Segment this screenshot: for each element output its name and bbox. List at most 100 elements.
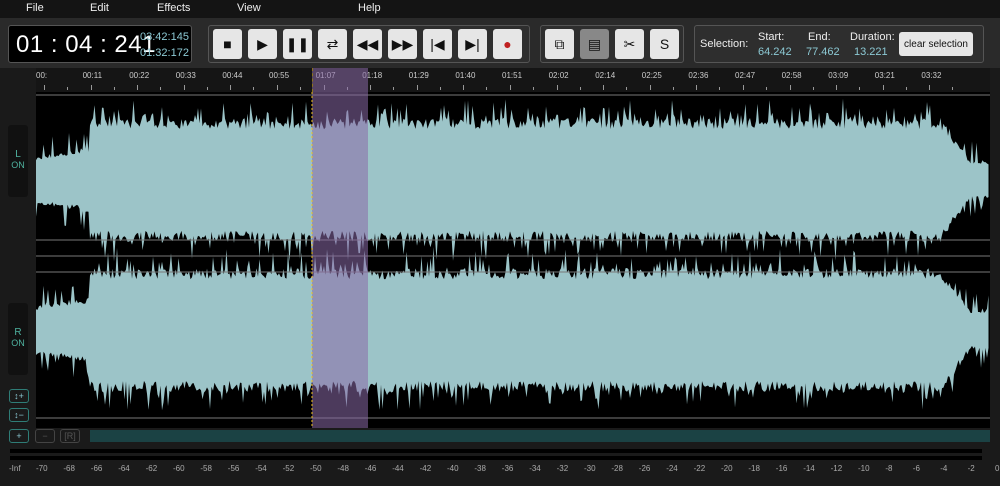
level-meter-left [10,449,982,453]
zoom-in-button[interactable]: + [9,429,29,443]
db-label: -44 [392,464,404,473]
timeline-tick [905,87,907,90]
stop-button[interactable]: ■ [213,29,242,59]
timeline-tick [696,85,698,90]
skip-start-icon: |◀ [430,35,445,52]
timeline-label: 02:02 [548,71,569,80]
db-label: -66 [90,464,103,473]
db-label: -16 [775,464,788,473]
fast-forward-icon: ▶▶ [391,35,414,52]
duration-label: Duration: [850,31,895,43]
pause-button[interactable]: ❚❚ [283,29,312,59]
timeline-tick [579,87,581,90]
menu-effects[interactable]: Effects [157,2,190,14]
loop-button[interactable]: ⇄ [318,29,347,59]
db-label: -4 [940,464,948,473]
db-label: -60 [173,464,185,473]
zoom-vertical-in-button[interactable]: ↕+ [9,389,29,403]
timeline-label: 00:22 [129,71,150,80]
timeline-tick [44,85,45,90]
menu-help[interactable]: Help [358,2,381,14]
timeline-tick [859,87,861,90]
level-meter-right [10,456,982,460]
zoom-vertical-out-button[interactable]: ↕− [9,408,29,422]
channel-state: ON [11,338,25,348]
total-time: 03:42:145 [140,31,189,43]
selection-region-ruler [312,68,368,92]
timeline-tick [812,87,814,90]
timeline-tick [743,85,744,90]
stop-icon: ■ [223,36,232,52]
play-button[interactable]: ▶ [248,29,277,59]
channel-right-toggle[interactable]: R ON [8,303,28,375]
paste-icon: ▤ [587,35,602,52]
clear-selection-button[interactable]: clear selection [899,32,973,56]
zoom-out-button[interactable]: − [35,429,55,443]
timeline-tick [649,85,651,90]
horizontal-scrollbar[interactable] [90,430,990,442]
db-label: -12 [830,464,843,473]
waveform-view[interactable] [36,92,990,428]
db-label: -38 [474,464,486,473]
timeline-ruler[interactable]: 00:00:1100:2200:3300:4400:5501:0701:1801… [36,68,990,92]
timeline-label: 02:36 [688,71,709,80]
timeline-label: 01:29 [408,71,429,80]
timeline-tick [463,85,465,90]
timeline-tick [230,85,232,90]
timeline-tick [277,85,278,90]
zoom-reset-button[interactable]: [R] [60,429,80,443]
cut-button[interactable]: ✂ [615,29,644,59]
timeline-tick [556,85,558,90]
timeline-label: 00:55 [269,71,290,80]
db-label: -70 [36,464,48,473]
timeline-tick [486,87,488,90]
timeline-tick [952,87,954,90]
copy-button[interactable]: ⧉ [545,29,574,59]
cut-icon: ✂ [623,35,636,52]
s-icon: S [659,36,670,52]
timeline-label: 01:51 [502,71,523,80]
timeline-label: 03:21 [874,71,895,80]
selection-region[interactable] [312,92,368,428]
menu-file[interactable]: File [26,2,44,14]
skip-end-button[interactable]: ▶| [458,29,487,59]
db-label: -20 [721,464,733,473]
record-button[interactable]: ● [493,29,522,59]
timeline-tick [67,87,68,90]
menu-edit[interactable]: Edit [90,2,109,14]
timeline-label: 02:47 [735,71,756,80]
timeline-tick [416,85,418,90]
timeline-label: 03:09 [828,71,849,80]
timeline-tick [603,85,605,90]
skip-start-button[interactable]: |◀ [423,29,452,59]
db-label: -24 [666,464,678,473]
db-label: -52 [282,464,295,473]
timeline-label: 00:33 [175,71,196,80]
db-label: -68 [63,464,75,473]
db-label: -64 [118,464,130,473]
timeline-tick [300,87,301,90]
timeline-label: 03:32 [921,71,942,80]
timeline-tick [882,85,884,90]
start-value: 64.242 [758,46,792,58]
db-label: -56 [227,464,240,473]
end-value: 77.462 [806,46,840,58]
rewind-button[interactable]: ◀◀ [353,29,382,59]
menu-bar: File Edit Effects View Help [0,0,1000,18]
db-label: -26 [638,464,651,473]
menu-view[interactable]: View [237,2,261,14]
channel-name: R [14,327,22,338]
db-label: -6 [912,464,920,473]
copy-icon: ⧉ [554,35,565,52]
fast-forward-button[interactable]: ▶▶ [388,29,417,59]
start-label: Start: [758,31,785,43]
channel-left-toggle[interactable]: L ON [8,125,28,197]
timeline-label: 02:58 [781,71,802,80]
db-label: -8 [885,464,893,473]
timeline-tick [789,85,791,90]
db-label: -48 [337,464,349,473]
paste-button[interactable]: ▤ [580,29,609,59]
s-button[interactable]: S [650,29,679,59]
timeline-tick [719,87,721,90]
timeline-label: 02:14 [595,71,616,80]
